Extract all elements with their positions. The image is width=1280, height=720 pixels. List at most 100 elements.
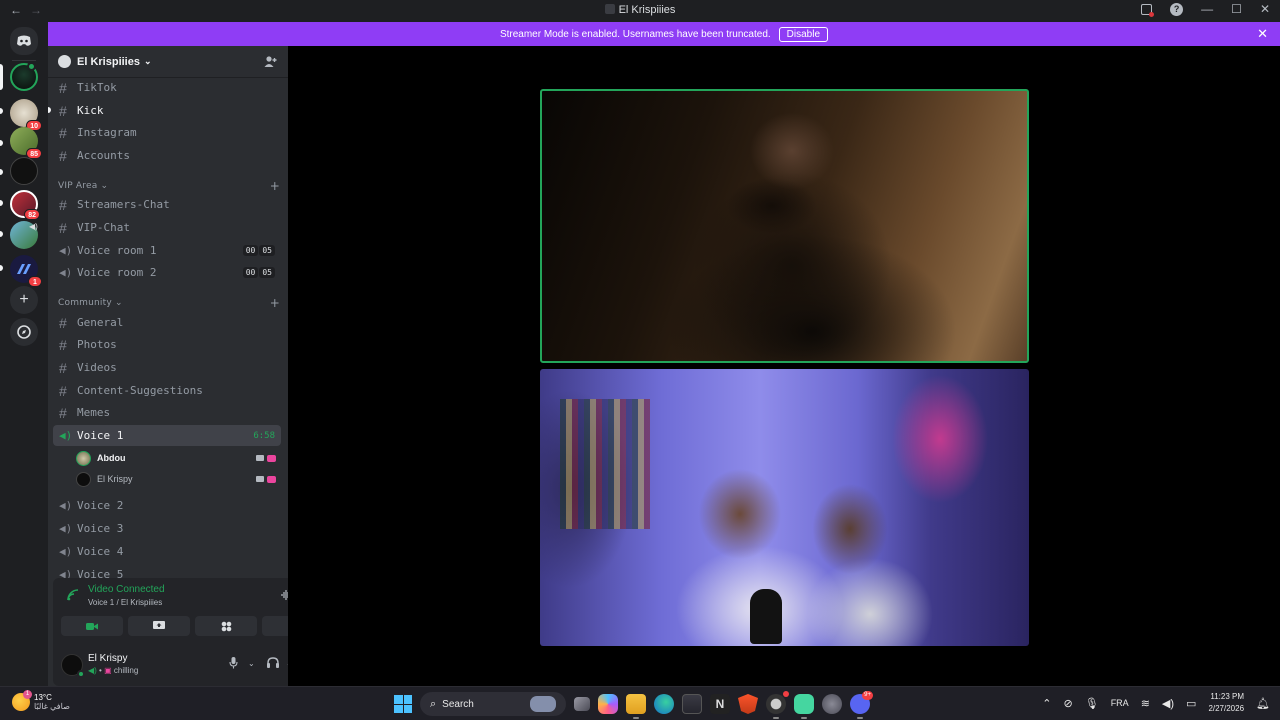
- camera-icon: [256, 475, 264, 482]
- network-off-icon[interactable]: ⊘: [1064, 697, 1073, 710]
- channel-voice-room-1[interactable]: ◀) Voice room 1 00 05: [53, 240, 281, 261]
- microphone-tray-icon[interactable]: 🎙︎: [1085, 697, 1099, 710]
- channel-voice-1[interactable]: ◀) Voice 1 6:58: [53, 425, 281, 446]
- server-3[interactable]: 85: [10, 127, 42, 159]
- channel-videos[interactable]: # Videos: [53, 357, 281, 378]
- volume-icon[interactable]: ◀): [1162, 697, 1174, 710]
- create-channel-icon[interactable]: +: [270, 296, 280, 310]
- close-window-button[interactable]: ✕: [1260, 2, 1270, 16]
- store-icon[interactable]: [682, 694, 702, 714]
- channel-content-suggestions[interactable]: # Content-Suggestions: [53, 380, 281, 401]
- category-community[interactable]: Community ⌄ +: [58, 296, 280, 310]
- taskbar-apps: ⌕ Search N 9+: [394, 691, 873, 719]
- add-server-icon[interactable]: +: [10, 286, 38, 314]
- chevron-up-icon[interactable]: ⌃: [1042, 697, 1051, 710]
- connection-signal-icon[interactable]: [67, 589, 79, 604]
- channel-label: Videos: [77, 361, 117, 374]
- notifications-bell-icon[interactable]: 🔔︎: [1256, 697, 1270, 710]
- chevron-down-icon: ⌄: [143, 56, 152, 66]
- speaker-icon: ◀): [59, 545, 73, 558]
- brave-icon[interactable]: [738, 694, 758, 714]
- username[interactable]: El Krispy: [88, 653, 127, 664]
- channel-label: TikTok: [77, 81, 117, 94]
- steam-icon[interactable]: [766, 691, 789, 719]
- video-tile-abdou[interactable]: [540, 89, 1029, 363]
- custom-status-text: chilling: [113, 666, 139, 675]
- voice-user-abdou[interactable]: Abdou: [76, 448, 280, 468]
- maximize-button[interactable]: ☐: [1231, 2, 1242, 16]
- screen-share-icon: [153, 621, 165, 629]
- channel-memes[interactable]: # Memes: [53, 402, 281, 423]
- windows-start-icon[interactable]: [394, 695, 412, 713]
- custom-status[interactable]: ◀) • ▣ chilling: [88, 666, 138, 675]
- channel-kick[interactable]: # Kick: [53, 100, 281, 121]
- inbox-icon[interactable]: [1141, 3, 1155, 17]
- channel-voice-4[interactable]: ◀) Voice 4: [53, 541, 281, 562]
- edge-icon[interactable]: [654, 694, 674, 714]
- language-indicator[interactable]: FRA: [1111, 698, 1129, 708]
- server-rail: 10 85 82 ◀) 1 +: [0, 22, 48, 686]
- channel-photos[interactable]: # Photos: [53, 334, 281, 355]
- category-vip-area[interactable]: VIP Area ⌄ +: [58, 179, 280, 193]
- channel-label: Kick: [77, 104, 104, 117]
- copilot-icon[interactable]: [598, 694, 618, 714]
- help-icon[interactable]: ?: [1170, 2, 1184, 16]
- speaker-icon: ◀): [59, 244, 73, 257]
- channel-voice-3[interactable]: ◀) Voice 3: [53, 518, 281, 539]
- hashtag-icon: #: [59, 336, 67, 353]
- task-view-icon[interactable]: [574, 697, 590, 711]
- channel-general[interactable]: # General: [53, 312, 281, 333]
- channel-accounts[interactable]: # Accounts: [53, 145, 281, 166]
- video-tile-el-krispy[interactable]: [540, 369, 1029, 646]
- microphone-icon[interactable]: [229, 657, 238, 672]
- server-header[interactable]: El Krispiiies ⌄: [48, 46, 288, 78]
- camera-icon: [256, 454, 264, 461]
- noise-suppression-icon[interactable]: [281, 590, 288, 603]
- live-icon: [267, 475, 276, 483]
- server-5[interactable]: 82: [10, 190, 40, 220]
- create-channel-icon[interactable]: +: [270, 179, 280, 193]
- weather-widget[interactable]: 13°C صافي غالبًا: [12, 690, 70, 711]
- channel-label: Voice 3: [77, 522, 124, 535]
- channel-voice-2[interactable]: ◀) Voice 2: [53, 495, 281, 516]
- channel-instagram[interactable]: # Instagram: [53, 122, 281, 143]
- settings-app-icon[interactable]: [822, 694, 842, 714]
- discover-icon[interactable]: [10, 318, 38, 346]
- clock[interactable]: 11:23 PM 2/27/2026: [1208, 691, 1244, 715]
- hashtag-icon: #: [59, 382, 67, 399]
- channel-vip-chat[interactable]: # VIP-Chat: [53, 217, 281, 238]
- server-4[interactable]: [10, 157, 38, 185]
- discord-taskbar-icon[interactable]: 9+: [850, 691, 873, 719]
- chat-app-icon[interactable]: [794, 694, 814, 719]
- hashtag-icon: #: [59, 314, 67, 331]
- camera-button[interactable]: [61, 616, 123, 636]
- hashtag-icon: #: [59, 124, 67, 141]
- user-limit-counter: 00 05: [242, 267, 275, 278]
- channel-voice-room-2[interactable]: ◀) Voice room 2 00 05: [53, 262, 281, 283]
- wifi-icon[interactable]: ≋: [1141, 697, 1150, 710]
- discord-home-icon[interactable]: [10, 27, 38, 55]
- headphones-icon[interactable]: [267, 657, 279, 671]
- channel-streamers-chat[interactable]: # Streamers-Chat: [53, 194, 281, 215]
- close-banner-icon[interactable]: ✕: [1257, 26, 1268, 42]
- voice-location[interactable]: Voice 1 / El Krispiiies: [88, 598, 162, 607]
- minimize-button[interactable]: —: [1201, 2, 1213, 16]
- notion-icon[interactable]: N: [710, 694, 730, 714]
- channel-tiktok[interactable]: # TikTok: [53, 77, 281, 98]
- disable-streamer-mode-button[interactable]: Disable: [778, 26, 829, 42]
- voice-status[interactable]: Video Connected: [88, 584, 165, 595]
- live-icon: ▣: [104, 666, 112, 675]
- server-2[interactable]: 10: [10, 99, 42, 131]
- chevron-down-icon[interactable]: ⌄: [248, 659, 255, 668]
- server-7[interactable]: 1: [10, 255, 42, 287]
- screen-share-button[interactable]: [128, 616, 190, 636]
- activities-button[interactable]: [195, 616, 257, 636]
- channel-label: Accounts: [77, 149, 130, 162]
- taskbar-search[interactable]: ⌕ Search: [420, 692, 566, 716]
- hashtag-icon: #: [59, 147, 67, 164]
- soundboard-button[interactable]: [262, 616, 288, 636]
- file-explorer-icon[interactable]: [626, 694, 646, 719]
- invite-people-icon[interactable]: [264, 55, 278, 69]
- voice-user-el-krispy[interactable]: El Krispy: [76, 469, 280, 489]
- battery-icon[interactable]: ▭: [1186, 697, 1196, 710]
